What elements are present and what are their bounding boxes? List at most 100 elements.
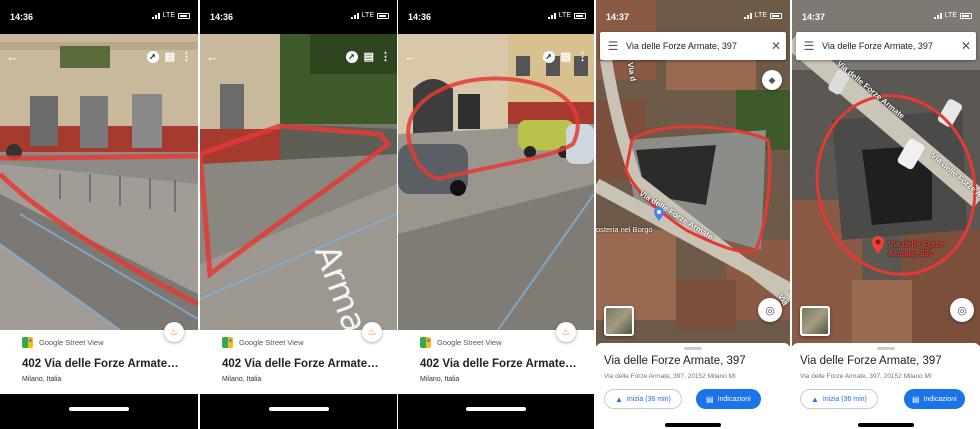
place-title: Via delle Forze Armate, 397: [604, 355, 746, 367]
streetview-address: 402 Via delle Forze Armate, Mila...: [420, 358, 578, 370]
phone-panel-1: 14:36 LTE ← ➚ ▤ ⋮ Google Street View 402…: [0, 0, 198, 429]
network-label: LTE: [361, 12, 374, 19]
search-query[interactable]: Via delle Forze Armate, 397: [626, 41, 766, 51]
phone-panel-4: Via delle Forze Armate Via d Via osteria…: [596, 0, 790, 429]
streetview-card[interactable]: Google Street View 402 Via delle Forze A…: [212, 330, 385, 392]
signal-icon: [151, 12, 160, 19]
binoculars-icon[interactable]: ▤: [561, 50, 571, 63]
directions-button-label: Indicazioni: [717, 395, 751, 403]
phone-panel-3: 14:36 LTE ← ➚ ▤ ⋮ Google Street View 402…: [398, 0, 594, 429]
status-time: 14:36: [10, 12, 34, 22]
streetview-logo-icon: [22, 337, 33, 348]
fire-icon[interactable]: ♨: [362, 322, 382, 342]
sheet-handle[interactable]: [877, 347, 895, 350]
status-time: 14:37: [606, 12, 630, 22]
layer-thumbnail[interactable]: [800, 306, 830, 336]
status-bar: 14:36 LTE: [0, 0, 198, 34]
menu-icon[interactable]: ☰: [600, 39, 626, 53]
streetview-brand: Google Street View: [420, 337, 501, 348]
place-address: Via delle Forze Armate, 397, 20152 Milan…: [604, 373, 736, 380]
start-button-label: Inizia (36 min): [626, 395, 671, 403]
streetview-scene[interactable]: ← ➚ ▤ ⋮: [398, 34, 594, 331]
status-time: 14:37: [802, 12, 826, 22]
location-pin-icon[interactable]: [872, 236, 884, 254]
streetview-scene[interactable]: Arma ← ➚ ▤ ⋮: [200, 34, 397, 338]
phone-panel-2: 14:36 LTE Arma ← ➚ ▤ ⋮ Google Street Vie…: [200, 0, 397, 429]
compass-icon[interactable]: ➚: [345, 50, 358, 63]
streetview-address: 402 Via delle Forze Armate, Mila...: [22, 358, 180, 370]
signal-icon: [350, 12, 359, 19]
close-icon[interactable]: ✕: [766, 39, 786, 53]
streetview-image: [398, 34, 594, 331]
streetview-city: Milano, Italia: [22, 376, 62, 383]
fire-icon[interactable]: ♨: [556, 322, 576, 342]
start-button[interactable]: ▲ Inizia (36 min): [800, 389, 878, 409]
back-arrow-icon[interactable]: ←: [6, 49, 19, 64]
battery-icon: [178, 12, 190, 19]
pin-label-line2: Armate, 397: [888, 249, 934, 258]
start-button[interactable]: ▲ Inizia (36 min): [604, 389, 682, 409]
car-icon: ▤: [706, 394, 714, 404]
more-icon[interactable]: ⋮: [380, 50, 391, 63]
signal-icon: [933, 12, 942, 19]
streetview-logo-icon: [222, 337, 233, 348]
streetview-brand: Google Street View: [22, 337, 103, 348]
streetview-city: Milano, Italia: [420, 376, 460, 383]
close-icon[interactable]: ✕: [956, 39, 976, 53]
bottom-bar: [0, 394, 198, 429]
bottom-bar: [398, 394, 594, 429]
status-time: 14:36: [210, 12, 234, 22]
poi-pin-icon[interactable]: [654, 207, 664, 221]
place-sheet[interactable]: Via delle Forze Armate, 397 Via delle Fo…: [792, 343, 980, 429]
network-label: LTE: [558, 12, 571, 19]
more-icon[interactable]: ⋮: [181, 50, 192, 63]
compass-icon[interactable]: ➚: [542, 50, 555, 63]
back-arrow-icon[interactable]: ←: [404, 49, 417, 64]
poi-label[interactable]: osteria nel Borgo: [596, 225, 653, 234]
streetview-city: Milano, Italia: [222, 376, 262, 383]
compass-icon[interactable]: ➚: [146, 50, 159, 63]
streetview-toolbar: ➚ ▤ ⋮: [146, 50, 192, 63]
streetview-scene[interactable]: ← ➚ ▤ ⋮: [0, 34, 198, 331]
more-icon[interactable]: ⋮: [577, 50, 588, 63]
menu-icon[interactable]: ☰: [796, 39, 822, 53]
sheet-handle[interactable]: [684, 347, 702, 350]
status-bar: 14:36 LTE: [398, 0, 594, 34]
map-search-bar[interactable]: ☰ Via delle Forze Armate, 397 ✕: [600, 32, 786, 60]
streetview-toolbar: ➚ ▤ ⋮: [542, 50, 588, 63]
streetview-brand-label: Google Street View: [239, 338, 304, 347]
place-title: Via delle Forze Armate, 397: [800, 355, 942, 367]
streetview-card[interactable]: Google Street View 402 Via delle Forze A…: [12, 330, 186, 392]
binoculars-icon[interactable]: ▤: [364, 50, 374, 63]
binoculars-icon[interactable]: ▤: [165, 50, 175, 63]
streetview-brand-label: Google Street View: [39, 338, 104, 347]
map-search-bar[interactable]: ☰ Via delle Forze Armate, 397 ✕: [796, 32, 976, 60]
streetview-brand-label: Google Street View: [437, 338, 502, 347]
status-time: 14:36: [408, 12, 432, 22]
network-label: LTE: [754, 12, 767, 19]
pin-label-line1: Via delle Forze: [888, 240, 944, 249]
compass-icon[interactable]: ◆: [762, 70, 782, 90]
battery-icon: [574, 12, 586, 19]
screenshot-strip: 14:36 LTE ← ➚ ▤ ⋮ Google Street View 402…: [0, 0, 980, 429]
network-label: LTE: [944, 12, 957, 19]
status-bar: 14:36 LTE: [200, 0, 397, 34]
directions-button[interactable]: ▤ Indicazioni: [696, 389, 761, 409]
back-arrow-icon[interactable]: ←: [206, 49, 219, 64]
streetview-image: Arma: [200, 34, 397, 338]
layer-thumbnail[interactable]: [604, 306, 634, 336]
status-right: LTE: [547, 12, 586, 19]
navigation-icon: ▲: [811, 394, 819, 404]
search-query[interactable]: Via delle Forze Armate, 397: [822, 41, 956, 51]
car-icon: ▤: [912, 394, 920, 404]
location-icon[interactable]: ◎: [950, 298, 974, 322]
location-icon[interactable]: ◎: [758, 298, 782, 322]
status-right: LTE: [933, 12, 972, 19]
signal-icon: [547, 12, 556, 19]
bottom-bar: [200, 394, 397, 429]
streetview-card[interactable]: Google Street View 402 Via delle Forze A…: [410, 330, 582, 392]
place-sheet[interactable]: Via delle Forze Armate, 397 Via delle Fo…: [596, 343, 790, 429]
pin-label: Via delle Forze Armate, 397: [888, 240, 944, 258]
directions-button[interactable]: ▤ Indicazioni: [904, 389, 965, 409]
fire-icon[interactable]: ♨: [164, 322, 184, 342]
